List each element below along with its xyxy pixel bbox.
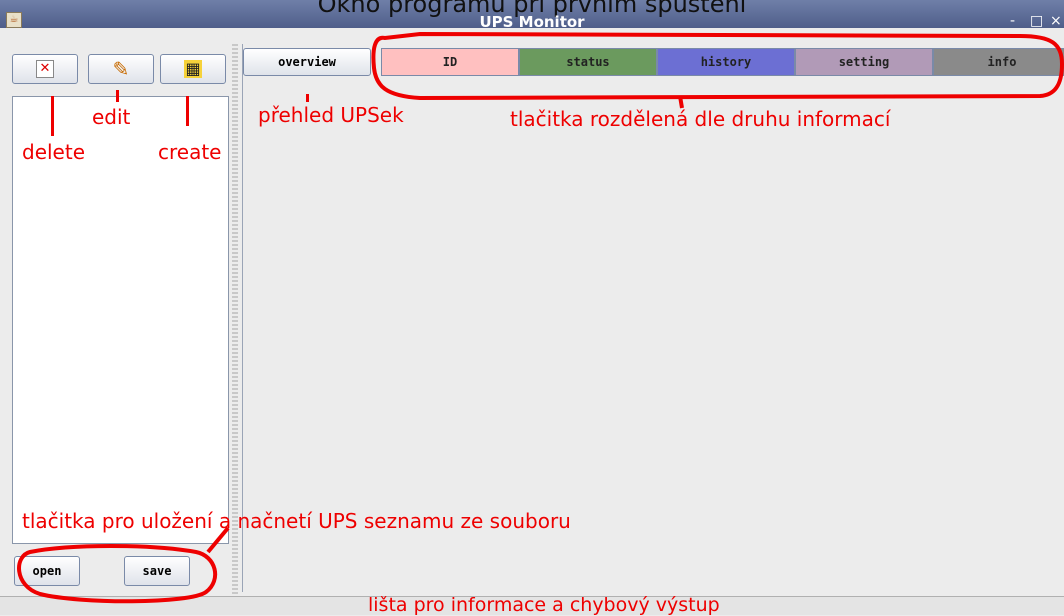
delete-annotation-pointer (51, 96, 54, 136)
overview-annotation-pointer (306, 94, 309, 102)
window-title: UPS Monitor (479, 13, 585, 31)
tab-status[interactable]: status (519, 48, 657, 76)
tab-setting[interactable]: setting (795, 48, 933, 76)
overview-annotation: přehled UPSek (258, 103, 404, 127)
delete-button[interactable]: ✕ (12, 54, 78, 84)
tabs-annotation: tlačitka rozdělená dle druhu informací (510, 107, 891, 131)
new-document-icon: ▦ (184, 59, 202, 78)
status-bar-annotation: lišta pro informace a chybový výstup (368, 594, 720, 616)
tab-history[interactable]: history (657, 48, 795, 76)
maximize-icon[interactable]: □ (1030, 13, 1043, 29)
edit-button[interactable]: ✎ (88, 54, 154, 84)
file-buttons-annotation: tlačitka pro uložení a načnetí UPS sezna… (22, 509, 571, 533)
tab-info[interactable]: info (933, 48, 1064, 76)
delete-x-icon: ✕ (36, 60, 54, 78)
overview-button[interactable]: overview (243, 48, 371, 76)
close-icon[interactable]: × (1050, 13, 1062, 29)
delete-annotation: delete (22, 140, 86, 164)
create-annotation-pointer (186, 96, 189, 126)
create-annotation: create (158, 140, 222, 164)
create-button[interactable]: ▦ (160, 54, 226, 84)
edit-annotation-pointer (116, 90, 119, 102)
edit-annotation: edit (92, 105, 131, 129)
tab-id[interactable]: ID (381, 48, 519, 76)
open-button[interactable]: open (14, 556, 80, 586)
pencil-icon: ✎ (112, 57, 130, 81)
minimize-icon[interactable]: - (1010, 13, 1015, 29)
save-button[interactable]: save (124, 556, 190, 586)
